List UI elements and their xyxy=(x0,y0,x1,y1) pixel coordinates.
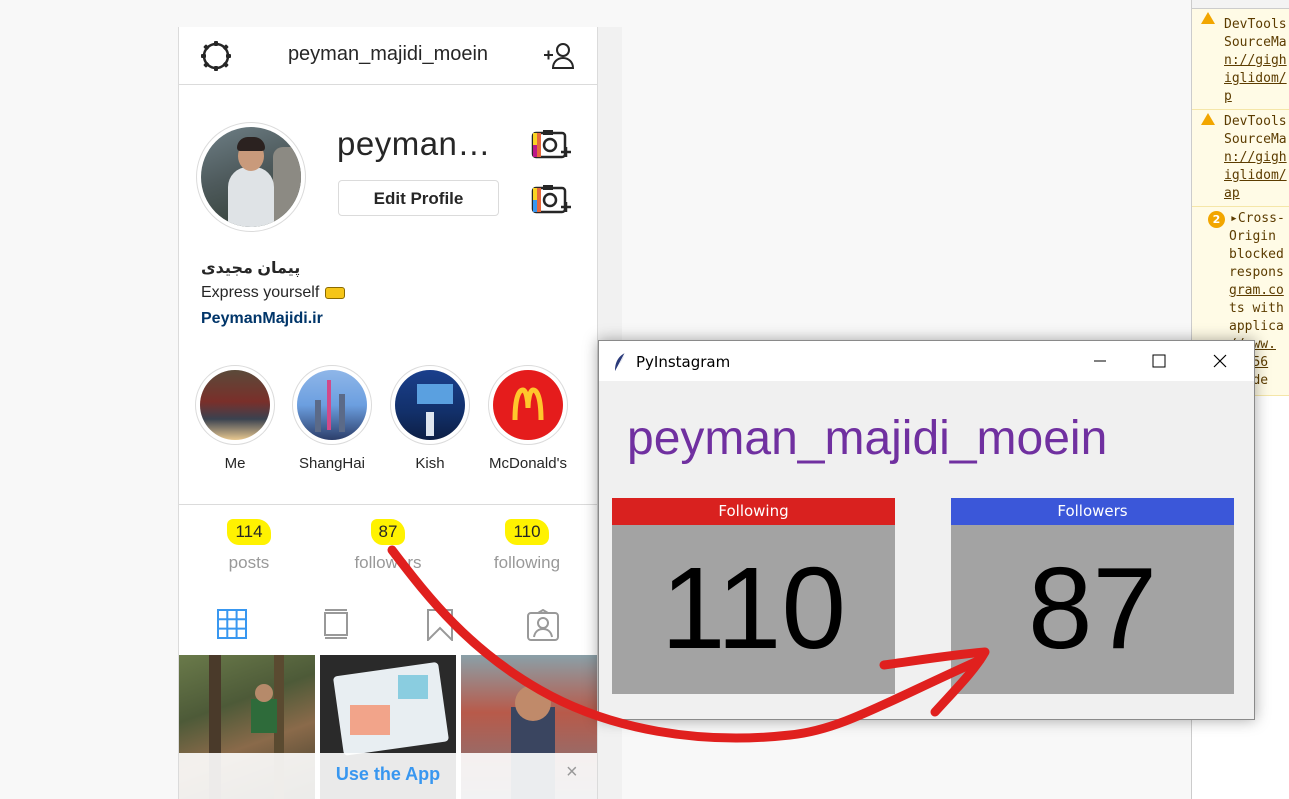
console-link[interactable]: iglidom/ xyxy=(1224,70,1287,88)
console-link[interactable]: n://gigh xyxy=(1224,149,1287,167)
instagram-profile-view: peyman_majidi_moein peyman… Edit Profile xyxy=(178,27,598,799)
console-text: SourceMa xyxy=(1224,132,1287,147)
instagram-top-bar: peyman_majidi_moein xyxy=(179,27,597,85)
bio-text: Express yourself xyxy=(201,284,320,301)
close-icon[interactable] xyxy=(1208,349,1232,373)
following-panel: Following 110 xyxy=(612,498,895,694)
console-warning[interactable]: DevTools SourceMa n://gigh iglidom/ p xyxy=(1192,9,1289,110)
grid-icon[interactable] xyxy=(217,609,247,644)
posts-stat[interactable]: 114 posts xyxy=(179,519,319,573)
feather-icon xyxy=(613,352,627,377)
avatar[interactable] xyxy=(196,122,306,232)
tagged-icon[interactable] xyxy=(527,608,559,646)
console-text[interactable]: ▸Cross- xyxy=(1230,210,1285,228)
add-photo-camera-icon[interactable] xyxy=(531,183,573,224)
hand-emoji-icon xyxy=(325,286,346,299)
highlight-label: ShangHai xyxy=(299,455,365,472)
highlight-me[interactable]: Me xyxy=(190,365,280,472)
posts-label: posts xyxy=(228,553,270,572)
posts-count: 114 xyxy=(227,519,271,545)
following-label: following xyxy=(493,553,561,572)
message-count-badge: 2 xyxy=(1208,211,1225,228)
window-title: PyInstagram xyxy=(636,353,731,371)
console-link[interactable]: gram.co xyxy=(1229,282,1284,300)
warning-icon xyxy=(1201,12,1215,24)
profile-tabs xyxy=(179,597,597,655)
console-text: SourceMa xyxy=(1224,35,1287,50)
saved-icon[interactable] xyxy=(426,609,454,646)
followers-panel: Followers 87 xyxy=(951,498,1234,694)
pyinstagram-window: PyInstagram peyman_majidi_moein Followin… xyxy=(598,340,1255,720)
add-user-icon[interactable] xyxy=(541,42,575,75)
highlight-label: Kish xyxy=(415,455,445,472)
following-stat[interactable]: 110 following xyxy=(457,519,597,573)
devtools-toolbar xyxy=(1192,0,1289,9)
console-text: DevTools xyxy=(1224,114,1287,129)
feed-icon[interactable] xyxy=(323,609,349,644)
console-link[interactable]: iglidom/ xyxy=(1224,167,1287,185)
highlight-mcdonalds[interactable]: McDonald's xyxy=(483,365,573,472)
profile-full-name: پیمان مجیدی xyxy=(201,260,301,277)
console-text: applica xyxy=(1229,319,1284,334)
use-the-app-banner: Use the App × xyxy=(179,753,597,799)
console-link[interactable]: p xyxy=(1224,88,1232,106)
highlight-label: Me xyxy=(224,455,246,472)
console-text: ts with xyxy=(1229,301,1284,316)
profile-bio: Express yourself xyxy=(201,284,346,302)
console-text: blocked xyxy=(1229,247,1284,262)
close-icon[interactable]: × xyxy=(566,761,578,784)
edit-profile-button[interactable]: Edit Profile xyxy=(338,180,499,216)
add-story-camera-icon[interactable] xyxy=(531,128,573,169)
following-value: 110 xyxy=(661,543,846,673)
followers-label: followers xyxy=(354,553,422,572)
highlight-label: McDonald's xyxy=(489,455,567,472)
highlight-shanghai[interactable]: ShangHai xyxy=(287,365,377,472)
followers-count: 87 xyxy=(370,519,406,545)
avatar-photo xyxy=(201,127,301,227)
use-the-app-button[interactable]: Use the App xyxy=(179,764,597,785)
console-text: Origin xyxy=(1229,229,1276,244)
maximize-icon[interactable] xyxy=(1147,349,1171,373)
console-link[interactable]: n://gigh xyxy=(1224,52,1287,70)
console-text: DevTools xyxy=(1224,17,1287,32)
minimize-icon[interactable] xyxy=(1088,349,1112,373)
following-count: 110 xyxy=(505,519,549,545)
followers-header: Followers xyxy=(951,498,1234,525)
profile-website-link[interactable]: PeymanMajidi.ir xyxy=(201,310,323,328)
following-header: Following xyxy=(612,498,895,525)
console-link[interactable]: ap xyxy=(1224,185,1240,203)
followers-value: 87 xyxy=(1027,543,1158,673)
profile-section: peyman… Edit Profile پیمان مجیدی Express… xyxy=(179,85,597,505)
highlight-kish[interactable]: Kish xyxy=(385,365,475,472)
console-warning[interactable]: DevTools SourceMa n://gigh iglidom/ ap xyxy=(1192,110,1289,207)
console-text: respons xyxy=(1229,265,1284,280)
window-username: peyman_majidi_moein xyxy=(627,412,1108,465)
profile-display-name: peyman… xyxy=(337,125,491,162)
profile-username-header: peyman_majidi_moein xyxy=(287,43,489,65)
profile-stats: 114 posts 87 followers 110 following xyxy=(179,504,597,598)
warning-icon xyxy=(1201,113,1215,125)
window-title-bar[interactable]: PyInstagram xyxy=(599,341,1254,381)
followers-stat[interactable]: 87 followers xyxy=(318,519,458,573)
